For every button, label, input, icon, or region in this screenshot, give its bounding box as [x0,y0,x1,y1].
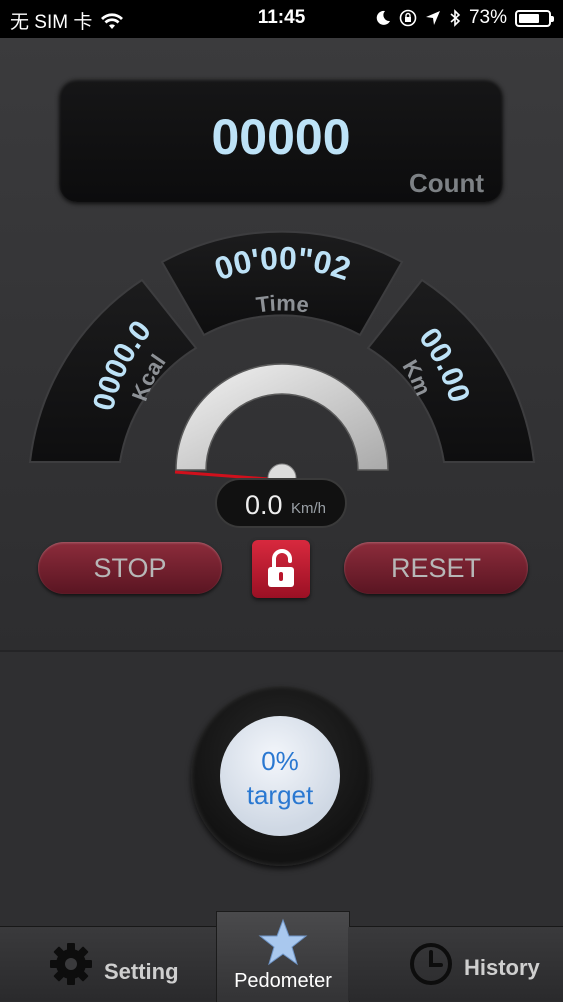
star-icon [258,918,308,966]
tab-history-label: History [464,955,540,980]
lock-button[interactable] [252,540,310,598]
target-ring: 0% target [191,686,371,866]
tab-setting-label: Setting [104,959,179,984]
speed-value: 0.0 [245,490,283,520]
target-percent: 0% [261,746,299,776]
clock-icon [410,943,452,985]
tab-setting[interactable]: Setting [0,927,216,1001]
metrics-dial: 0000.0 Kcal 00'00"02 Time 00.00 Km [28,230,536,493]
tab-bar: Setting Pedometer History [0,911,563,1002]
tab-pedometer[interactable]: Pedometer [216,911,350,1002]
target-button[interactable]: 0% target [220,716,340,836]
speed-gauge [175,363,389,471]
speed-unit: Km/h [291,500,327,517]
speed-readout: 0.0 Km/h [215,478,347,528]
tab-pedometer-label: Pedometer [234,970,332,992]
time-label: Time [255,290,311,317]
reset-button[interactable]: RESET [344,542,528,594]
gear-icon [50,943,92,985]
target-label: target [246,780,314,810]
stop-button[interactable]: STOP [38,542,222,594]
tab-history[interactable]: History [348,927,563,1001]
unlock-icon [268,549,294,587]
